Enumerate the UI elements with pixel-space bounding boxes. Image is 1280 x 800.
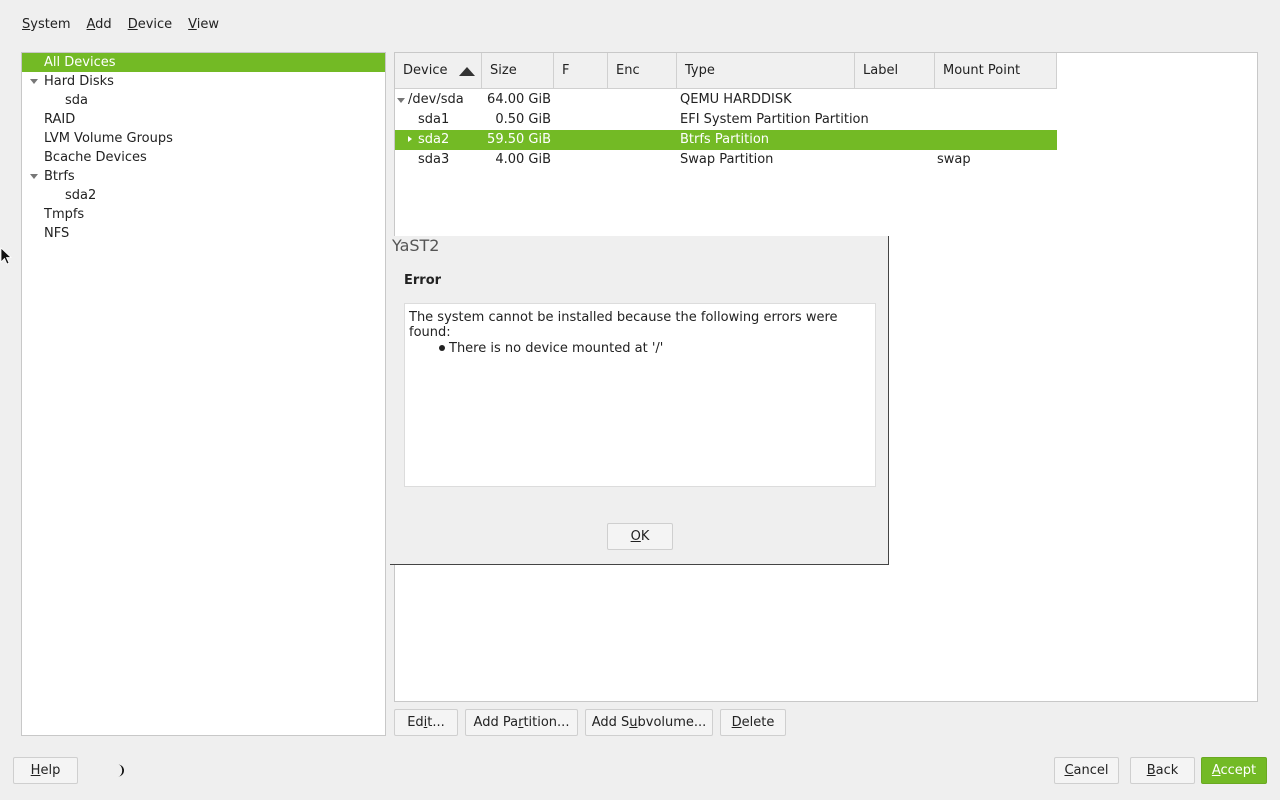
cell-type: Swap Partition <box>680 152 774 167</box>
cell-device: sda3 <box>418 152 450 167</box>
error-list-item: There is no device mounted at '/' <box>439 341 663 356</box>
cell-size: 4.00 GiB <box>495 152 551 167</box>
tree-item-label: RAID <box>44 112 76 127</box>
edit-button[interactable]: Edit... <box>394 709 458 736</box>
table-row-sda3[interactable]: sda3 4.00 GiB Swap Partition swap <box>395 150 1057 170</box>
add-partition-button[interactable]: Add Partition... <box>465 709 578 736</box>
menu-add[interactable]: Add <box>79 14 120 36</box>
tree-item-label: sda <box>65 93 88 108</box>
column-label: Label <box>863 63 899 78</box>
tree-item-label: sda2 <box>65 188 97 203</box>
menu-view[interactable]: View <box>180 14 227 36</box>
dialog-title: YaST2 <box>392 236 440 255</box>
cell-type: Btrfs Partition <box>680 132 770 147</box>
moon-icon[interactable] <box>113 764 126 777</box>
column-header-device[interactable]: Device <box>395 53 482 89</box>
column-header-type[interactable]: Type <box>677 53 855 89</box>
column-label: Type <box>685 63 715 78</box>
tree-item-hard-disks[interactable]: Hard Disks <box>22 72 385 91</box>
table-row-sda1[interactable]: sda1 0.50 GiB EFI System Partition Parti… <box>395 110 1057 130</box>
sort-ascending-icon <box>459 67 475 76</box>
device-tree: All Devices Hard Disks sda RAID LVM Volu… <box>21 52 386 736</box>
tree-item-label: Hard Disks <box>44 74 114 89</box>
tree-item-label: LVM Volume Groups <box>44 131 173 146</box>
table-header: Device Size F Enc Type Label Mount Point <box>395 53 1057 89</box>
cell-type: EFI System Partition Partition <box>680 112 869 127</box>
tree-item-sda[interactable]: sda <box>22 91 385 110</box>
column-header-label[interactable]: Label <box>855 53 935 89</box>
accept-button[interactable]: Accept <box>1201 757 1267 784</box>
error-message: The system cannot be installed because t… <box>409 310 838 340</box>
dialog-heading: Error <box>404 273 442 288</box>
tree-item-raid[interactable]: RAID <box>22 110 385 129</box>
tree-item-all-devices[interactable]: All Devices <box>22 53 385 72</box>
cell-device: sda2 <box>418 132 450 147</box>
table-row-sda2[interactable]: sda2 59.50 GiB Btrfs Partition <box>395 130 1057 150</box>
column-label: Device <box>403 63 448 78</box>
tree-item-tmpfs[interactable]: Tmpfs <box>22 205 385 224</box>
column-header-size[interactable]: Size <box>482 53 554 89</box>
tree-item-label: Bcache Devices <box>44 150 147 165</box>
tree-item-btrfs-sda2[interactable]: sda2 <box>22 186 385 205</box>
column-label: Enc <box>616 63 640 78</box>
column-header-encryption[interactable]: Enc <box>608 53 677 89</box>
tree-item-label: Tmpfs <box>44 207 85 222</box>
tree-item-btrfs[interactable]: Btrfs <box>22 167 385 186</box>
cell-device: /dev/sda <box>408 92 464 107</box>
expand-arrow-icon[interactable] <box>408 136 412 142</box>
collapse-arrow-icon[interactable] <box>30 174 38 179</box>
delete-button[interactable]: Delete <box>720 709 786 736</box>
cell-mount-point: swap <box>937 152 971 167</box>
menu-bar: System Add Device View <box>14 14 227 36</box>
collapse-arrow-icon[interactable] <box>30 79 38 84</box>
menu-system[interactable]: System <box>14 14 79 36</box>
column-header-format[interactable]: F <box>554 53 608 89</box>
tree-item-label: NFS <box>44 226 70 241</box>
column-label: Size <box>490 63 517 78</box>
column-label: Mount Point <box>943 63 1021 78</box>
add-subvolume-button[interactable]: Add Subvolume... <box>585 709 713 736</box>
ok-button[interactable]: OK <box>607 523 673 550</box>
mouse-cursor-icon <box>0 247 12 265</box>
error-item-text: There is no device mounted at '/' <box>449 341 664 356</box>
bullet-icon <box>439 344 445 351</box>
table-row-dev-sda[interactable]: /dev/sda 64.00 GiB QEMU HARDDISK <box>395 90 1057 110</box>
help-button[interactable]: Help <box>13 757 78 784</box>
tree-item-label: Btrfs <box>44 169 75 184</box>
collapse-arrow-icon[interactable] <box>397 98 405 103</box>
yast-partitioner-window: System Add Device View All Devices Hard … <box>0 0 1280 800</box>
column-header-mount-point[interactable]: Mount Point <box>935 53 1057 89</box>
tree-item-label: All Devices <box>44 55 116 70</box>
back-button[interactable]: Back <box>1130 757 1195 784</box>
cell-type: QEMU HARDDISK <box>680 92 792 107</box>
error-message-box: The system cannot be installed because t… <box>404 303 876 487</box>
column-label: F <box>562 63 570 78</box>
menu-device[interactable]: Device <box>120 14 180 36</box>
cancel-button[interactable]: Cancel <box>1054 757 1119 784</box>
tree-item-bcache[interactable]: Bcache Devices <box>22 148 385 167</box>
error-dialog: YaST2 Error The system cannot be install… <box>390 236 889 565</box>
cell-size: 64.00 GiB <box>487 92 551 107</box>
tree-item-nfs[interactable]: NFS <box>22 224 385 243</box>
cell-size: 59.50 GiB <box>487 132 551 147</box>
cell-device: sda1 <box>418 112 450 127</box>
tree-item-lvm[interactable]: LVM Volume Groups <box>22 129 385 148</box>
cell-size: 0.50 GiB <box>495 112 551 127</box>
